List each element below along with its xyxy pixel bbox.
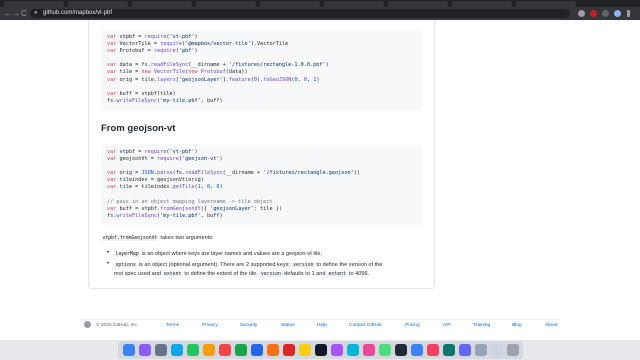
github-logo-icon[interactable] xyxy=(84,321,91,328)
star-icon[interactable] xyxy=(578,10,585,17)
page-content: var vtpbf = require('vt-pbf') var Vector… xyxy=(0,20,640,340)
back-icon[interactable]: ← xyxy=(4,9,12,18)
footer-link-api[interactable]: API xyxy=(443,323,451,328)
footer-link-status[interactable]: Status xyxy=(281,323,295,328)
forward-icon[interactable]: → xyxy=(12,9,20,18)
app-icon[interactable] xyxy=(187,344,199,356)
app-icon[interactable] xyxy=(267,344,279,356)
app-icon[interactable] xyxy=(251,344,263,356)
address-bar[interactable]: ● github.com/mapbox/vt-pbf xyxy=(30,9,570,18)
code-line: var vtpbf = require('vt-pbf') xyxy=(107,149,198,155)
menu-icon[interactable] xyxy=(627,10,630,17)
app-icon[interactable] xyxy=(299,344,311,356)
code-line: var orig = JSON.parse(fs.readFileSync(__… xyxy=(107,170,361,177)
app-icon[interactable] xyxy=(491,344,503,356)
code-line: var geojsonVt = require('geojson-vt') xyxy=(107,156,223,163)
app-icon[interactable] xyxy=(235,344,247,356)
reload-icon[interactable]: C xyxy=(21,9,27,18)
app-icon[interactable] xyxy=(411,344,423,356)
code-line: var VectorTile = require('@mapbox/vector… xyxy=(107,41,289,48)
code-line: var buff = vtpbf(tile) xyxy=(107,90,176,97)
app-icon[interactable] xyxy=(283,344,295,356)
footer-link-training[interactable]: Training xyxy=(473,323,490,328)
code-line: var tile = new VectorTile(new Protobuf(d… xyxy=(107,69,248,76)
code-line: var tileindex = geojsonVt(orig) xyxy=(107,177,204,184)
app-icon[interactable] xyxy=(475,344,487,356)
app-icon[interactable] xyxy=(203,344,215,356)
app-icon[interactable] xyxy=(347,344,359,356)
function-description: vtpbf.fromGeojsonVt takes two arguments: xyxy=(101,235,214,241)
code-line: var vtpbf = require('vt-pbf') xyxy=(107,34,198,40)
bullet-dot-icon: • xyxy=(107,261,110,267)
browser-toolbar: ← → C ● github.com/mapbox/vt-pbf xyxy=(0,7,640,20)
app-icon[interactable] xyxy=(219,344,231,356)
finder-icon[interactable] xyxy=(123,344,135,356)
code-line: fs.writeFileSync('my-tile.pbf', buff) xyxy=(107,97,223,104)
code-line: fs.writeFileSync('my-tile.pbf', buff) xyxy=(107,212,223,219)
code-line: var buff = vtpbf.fromGeojsonVt({ 'geojso… xyxy=(107,205,282,212)
footer-link-blog[interactable]: Blog xyxy=(512,323,522,328)
app-icon[interactable] xyxy=(363,344,375,356)
app-icon[interactable] xyxy=(443,344,455,356)
footer-link-terms[interactable]: Terms xyxy=(166,323,179,328)
code-block-geojson-vt: var vtpbf = require('vt-pbf') var geojso… xyxy=(101,145,422,225)
dock xyxy=(0,340,640,360)
app-icon[interactable] xyxy=(315,344,327,356)
code-line: var tile = tileindex.getTile(1, 0, 0) xyxy=(107,184,223,191)
footer-copyright: © 2020 GitHub, Inc. xyxy=(96,323,139,328)
readme-panel: var vtpbf = require('vt-pbf') var Vector… xyxy=(88,20,435,289)
footer-link-about[interactable]: About xyxy=(545,323,558,328)
app-icon[interactable] xyxy=(379,344,391,356)
profile-avatar[interactable] xyxy=(614,10,621,17)
bullet-dot-icon: • xyxy=(107,250,110,256)
app-icon[interactable] xyxy=(171,344,183,356)
footer-link-help[interactable]: Help xyxy=(317,323,327,328)
app-icon[interactable] xyxy=(331,344,343,356)
app-icon[interactable] xyxy=(395,344,407,356)
section-heading: From geojson-vt xyxy=(101,123,176,134)
code-comment: // pass in an object mapping layername -… xyxy=(107,198,273,205)
app-icon[interactable] xyxy=(139,344,151,356)
trash-icon[interactable] xyxy=(507,344,519,356)
address-bar-url: github.com/mapbox/vt-pbf xyxy=(43,10,113,16)
code-line: var orig = tile.layers['geojsonLayer'].f… xyxy=(107,76,320,83)
list-item: options is an object (optional argument)… xyxy=(114,262,383,277)
app-icon[interactable] xyxy=(427,344,439,356)
footer-link-privacy[interactable]: Privacy xyxy=(202,323,218,328)
code-line: var data = fs.readFileSync(__dirname + '… xyxy=(107,62,329,69)
footer-link-security[interactable]: Security xyxy=(240,323,257,328)
code-line: var Protobuf = require('pbf') xyxy=(107,48,198,55)
app-icon[interactable] xyxy=(459,344,471,356)
list-item: layerMap is an object where keys are lay… xyxy=(114,251,323,257)
extension-icon[interactable] xyxy=(590,10,597,17)
footer-divider xyxy=(80,319,560,320)
app-icon[interactable] xyxy=(155,344,167,356)
lock-icon: ● xyxy=(34,10,38,16)
tab-strip xyxy=(0,0,640,7)
extension-icon[interactable] xyxy=(602,10,609,17)
code-block-vector-tile: var vtpbf = require('vt-pbf') var Vector… xyxy=(101,30,422,110)
footer-link-pricing[interactable]: Pricing xyxy=(405,323,420,328)
dock-shelf xyxy=(118,341,523,359)
footer-link-contact[interactable]: Contact GitHub xyxy=(349,323,382,328)
